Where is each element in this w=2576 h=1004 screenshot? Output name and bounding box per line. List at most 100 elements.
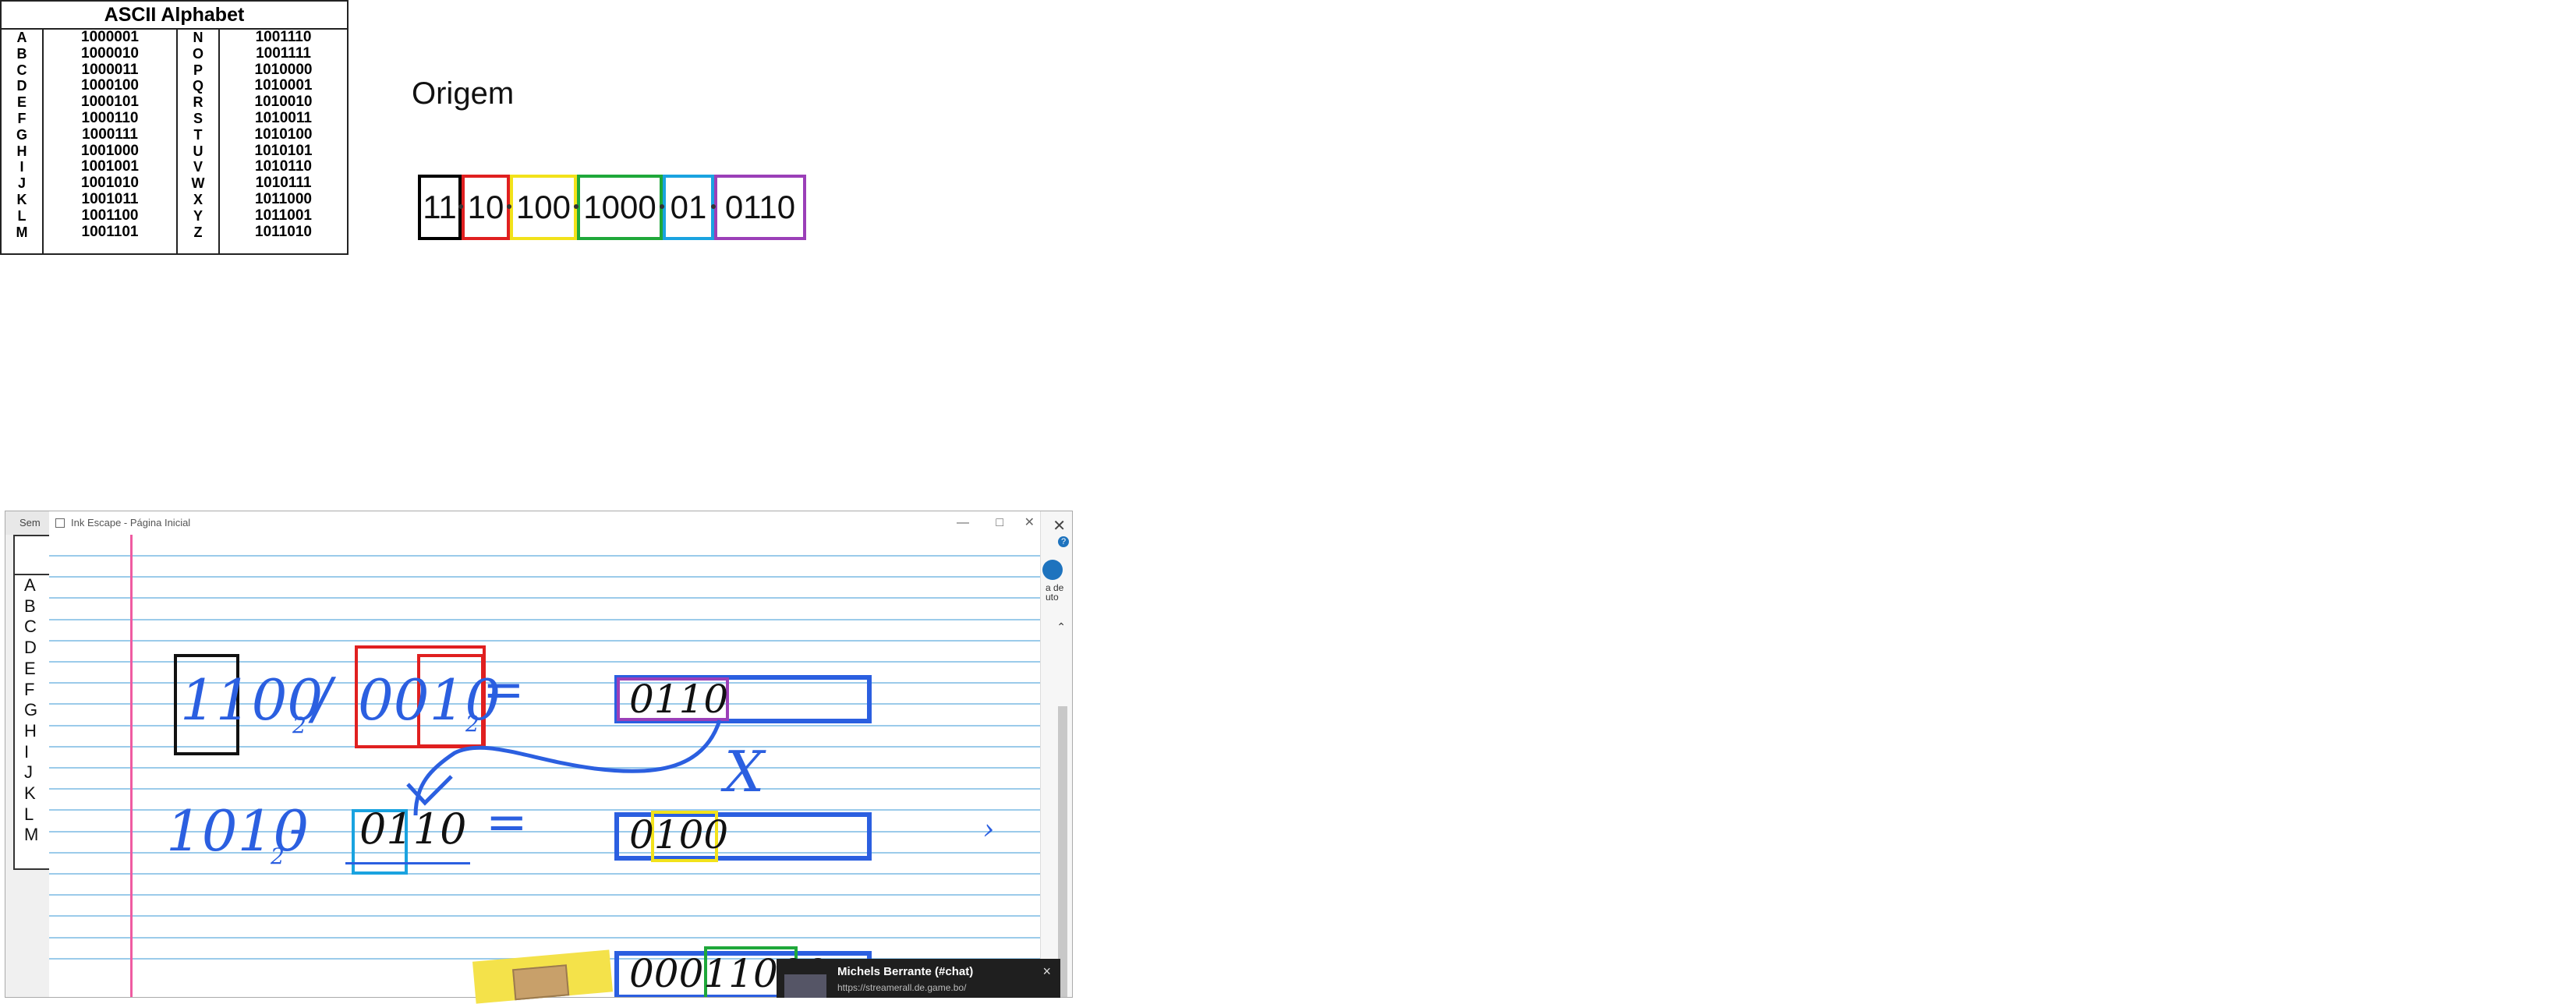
ascii-cell: 1010001: [254, 77, 313, 94]
line2-subtrahend: 0110: [359, 804, 467, 854]
ascii-cell: 1001110: [255, 29, 312, 45]
background-letter: K: [24, 783, 36, 804]
ascii-cell: 1000010: [81, 44, 139, 62]
ascii-left-codes: 1000001 1000010 1000011 1000100 1000101 10001…: [44, 29, 178, 253]
ink-strokes: [406, 719, 722, 816]
ascii-cell: B: [16, 45, 27, 62]
ascii-cell: 1001010: [81, 175, 139, 192]
background-letter: L: [24, 804, 34, 824]
ascii-cell: 1000001: [81, 29, 139, 45]
close-icon[interactable]: ✕: [1024, 511, 1035, 535]
ascii-cell: 1010111: [255, 175, 312, 192]
background-letter: D: [24, 638, 37, 658]
x-mark: X: [724, 739, 765, 804]
checkmark: [406, 775, 453, 806]
right-side-panel: ✕ ? a de uto ⌃: [1040, 511, 1072, 997]
whiteboard-canvas[interactable]: 1100 2 / 0010 2 = 0110 X 1010 2 - 0110 =: [49, 535, 1047, 997]
ascii-cell: 1001100: [81, 207, 139, 224]
maximize-icon[interactable]: □: [996, 511, 1003, 535]
origem-segment: 10: [462, 175, 510, 240]
ascii-cell: 1010011: [255, 109, 312, 126]
origem-segment: 11: [418, 175, 462, 240]
help-icon[interactable]: ?: [1058, 536, 1069, 547]
ascii-cell: A: [16, 30, 27, 45]
background-letter: B: [24, 596, 36, 616]
chat-notification[interactable]: Michels Berrante (#chat) https://streame…: [777, 959, 1060, 998]
origem-separator-dot: [711, 204, 716, 209]
panel-close-icon[interactable]: ✕: [1053, 516, 1066, 536]
ascii-cell: L: [17, 207, 27, 224]
notification-subtitle: https://streamerall.de.game.bo/: [837, 982, 967, 993]
origem-separator-dot: [660, 204, 664, 209]
window-title: Ink Escape - Página Inicial: [71, 517, 191, 529]
ascii-right-codes: 1001110 1001111 1010000 1010001 1010010 10100…: [220, 29, 347, 253]
ascii-cell: 1000111: [82, 126, 138, 143]
ascii-cell: Z: [193, 224, 203, 240]
ascii-cell: 1001101: [81, 223, 139, 240]
ascii-cell: S: [193, 110, 203, 126]
origem-separator-dot: [458, 204, 463, 209]
ascii-cell: Q: [192, 78, 203, 94]
ascii-cell: 1000011: [81, 61, 139, 78]
background-letter: E: [24, 658, 36, 678]
ascii-cell: 1010100: [254, 126, 313, 143]
ascii-cell: V: [193, 159, 203, 175]
ascii-cell: I: [19, 159, 24, 175]
ink-titlebar: Ink Escape - Página Inicial — □ ✕: [49, 511, 1047, 536]
ascii-cell: 1010000: [254, 61, 313, 78]
background-window-tab[interactable]: Sem: [5, 511, 54, 535]
ascii-cell: O: [192, 45, 203, 62]
line2-value: 1010: [166, 798, 310, 864]
origem-label: Origem: [412, 76, 515, 111]
line2-subscript: 2: [271, 843, 285, 869]
ascii-cell: H: [16, 143, 27, 159]
ascii-cell: 1011001: [255, 207, 312, 224]
ascii-cell: 1001011: [81, 190, 139, 207]
ascii-cell: 1011000: [255, 190, 312, 207]
origem-separator-dot: [507, 204, 511, 209]
ascii-cell: G: [16, 126, 27, 143]
ascii-table-title: ASCII Alphabet: [2, 2, 347, 30]
ascii-cell: 1010101: [254, 142, 313, 159]
ascii-alphabet-table: ASCII Alphabet ABCDEFGHIJKLM 1000001 1000…: [0, 0, 349, 255]
ascii-cell: 1000101: [81, 94, 139, 111]
ascii-cell: U: [193, 143, 203, 159]
background-letter: C: [24, 617, 37, 637]
line2-minus: -: [289, 800, 306, 857]
minimize-icon[interactable]: —: [957, 511, 969, 535]
origem-segment: 1000: [577, 175, 663, 240]
ascii-cell: X: [193, 191, 203, 207]
ascii-left-letters: ABCDEFGHIJKLM: [2, 30, 44, 253]
ascii-cell: C: [16, 62, 27, 78]
ascii-cell: M: [16, 224, 28, 240]
background-letter: I: [24, 741, 30, 762]
line2-equals: =: [486, 794, 528, 851]
avatar: [784, 974, 826, 998]
ascii-cell: 1010110: [255, 158, 312, 175]
ascii-cell: N: [193, 30, 203, 45]
app-icon: [55, 518, 65, 528]
background-letter: G: [24, 700, 38, 720]
scrollbar[interactable]: [1058, 706, 1067, 997]
notification-close-icon[interactable]: ×: [1042, 963, 1051, 980]
panel-caption: a de uto: [1046, 582, 1064, 603]
ascii-cell: J: [17, 175, 26, 192]
ascii-cell: E: [16, 94, 27, 111]
blue-circle-icon[interactable]: [1042, 560, 1063, 580]
underline: [345, 862, 470, 864]
ascii-cell: F: [17, 110, 27, 126]
origem-separator-dot: [574, 204, 579, 209]
letters-list: ABCDEFGHIJKLM: [15, 575, 52, 846]
letters-header: [15, 536, 52, 575]
origem-segment: 0110: [714, 175, 806, 240]
ascii-cell: K: [16, 191, 27, 207]
ascii-cell: W: [191, 175, 205, 192]
background-ascii-letters: ABCDEFGHIJKLM: [13, 535, 54, 870]
chevron-up-icon[interactable]: ⌃: [1056, 620, 1066, 634]
ascii-cell: P: [193, 62, 203, 78]
ascii-cell: 1001111: [256, 44, 311, 62]
ascii-cell: 1010010: [254, 94, 313, 111]
next-arrow-icon[interactable]: ›: [983, 814, 994, 846]
ascii-cell: T: [193, 126, 203, 143]
background-letter: F: [24, 679, 35, 699]
